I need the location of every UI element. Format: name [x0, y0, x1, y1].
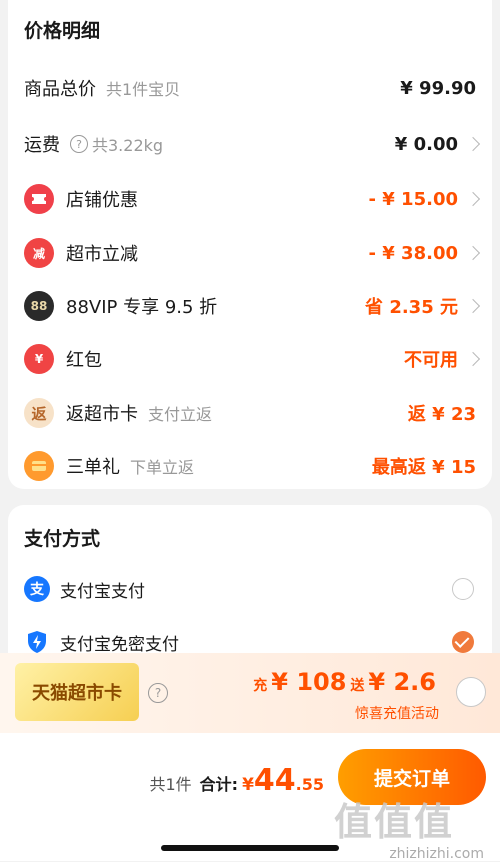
watermark-glyphs: 值值值	[334, 800, 455, 844]
red-packet-label: 红包	[66, 350, 102, 371]
checkout-bar: 共1件 合计: ¥ 44 .55 提交订单 值值值 zhizhizhi.com	[0, 733, 500, 862]
three-order-gift-value: 最高返 ¥ 15	[371, 457, 476, 478]
red-packet-value: 不可用	[404, 350, 458, 371]
shipping-weight: 共3.22kg	[92, 136, 164, 155]
shipping-row[interactable]: 运费 ? 共3.22kg ¥ 0.00	[8, 124, 492, 164]
three-order-gift-label: 三单礼	[66, 457, 120, 478]
vip-discount-row[interactable]: 88 88VIP 专享 9.5 折 省 2.35 元	[8, 286, 492, 326]
currency-symbol: ¥	[242, 775, 254, 795]
alipay-icon: 支	[24, 576, 50, 602]
promo-offer: 充 ¥ 108 送 ¥ 2.6	[253, 668, 440, 696]
chevron-right-icon	[465, 298, 481, 314]
alipay-nopwd-label: 支付宝免密支付	[60, 634, 179, 655]
cashback-value: 返 ¥ 23	[407, 404, 476, 425]
total-integer: 44	[253, 763, 296, 798]
recharge-amount: ¥ 108	[271, 668, 347, 696]
bonus-amount: ¥ 2.6	[368, 668, 436, 696]
cut-icon: 减	[24, 238, 54, 268]
lightning-shield-icon	[24, 629, 50, 655]
shipping-label: 运费	[24, 135, 60, 156]
alipay-option[interactable]: 支 支付宝支付	[8, 569, 492, 609]
red-packet-icon: ¥	[24, 344, 54, 374]
total-decimal: .55	[295, 775, 324, 794]
order-total: 共1件 合计: ¥ 44 .55	[149, 763, 324, 798]
cashback-label: 返超市卡	[66, 404, 138, 425]
recharge-prefix: 充	[253, 678, 268, 694]
bonus-prefix: 送	[350, 678, 365, 694]
store-discount-row[interactable]: 店铺优惠 - ¥ 15.00	[8, 179, 492, 219]
item-count: 共1件	[149, 775, 192, 794]
price-detail-title: 价格明细	[24, 20, 101, 42]
price-detail-card: 价格明细 商品总价 共1件宝贝 ¥ 99.90 运费 ? 共3.22kg ¥ 0…	[8, 0, 492, 489]
goods-total-row: 商品总价 共1件宝贝 ¥ 99.90	[8, 68, 492, 108]
shipping-value: ¥ 0.00	[394, 133, 458, 155]
store-discount-value: - ¥ 15.00	[368, 188, 458, 210]
chevron-right-icon	[465, 245, 481, 261]
chevron-right-icon	[465, 191, 481, 207]
payment-title: 支付方式	[24, 528, 101, 550]
market-discount-value: - ¥ 38.00	[368, 242, 458, 264]
help-icon[interactable]: ?	[70, 135, 88, 153]
recharge-promo-banner[interactable]: 天猫超市卡 ? 充 ¥ 108 送 ¥ 2.6 惊喜充值活动	[0, 653, 500, 733]
chevron-right-icon	[465, 136, 481, 152]
chevron-right-icon	[465, 351, 481, 367]
vip-discount-value: 省 2.35 元	[365, 297, 458, 318]
market-discount-label: 超市立减	[66, 244, 138, 265]
goods-total-label: 商品总价	[24, 79, 96, 100]
ticket-icon	[24, 184, 54, 214]
home-indicator	[161, 845, 339, 851]
vip-88-icon: 88	[24, 291, 54, 321]
vip-discount-label: 88VIP 专享 9.5 折	[66, 297, 218, 318]
alipay-nopwd-radio[interactable]	[452, 631, 474, 653]
three-order-gift-sub: 下单立返	[130, 458, 195, 477]
goods-total-value: ¥ 99.90	[400, 77, 476, 99]
promo-caption: 惊喜充值活动	[355, 706, 439, 722]
cashback-sub: 支付立返	[148, 405, 213, 424]
watermark: 值值值 zhizhizhi.com	[334, 791, 484, 862]
cashback-row: 返 返超市卡 支付立返 返 ¥ 23	[8, 393, 492, 433]
promo-radio[interactable]	[456, 677, 486, 707]
help-icon[interactable]: ?	[148, 683, 168, 703]
alipay-radio[interactable]	[452, 578, 474, 600]
market-discount-row[interactable]: 减 超市立减 - ¥ 38.00	[8, 233, 492, 273]
alipay-label: 支付宝支付	[60, 581, 145, 602]
card-gift-icon	[24, 451, 54, 481]
goods-count: 共1件宝贝	[106, 80, 181, 99]
total-label: 合计:	[199, 775, 239, 794]
store-discount-label: 店铺优惠	[66, 190, 138, 211]
cashback-icon: 返	[24, 398, 54, 428]
tmall-market-card: 天猫超市卡	[15, 663, 139, 721]
watermark-text: zhizhizhi.com	[389, 846, 484, 862]
three-order-gift-row: 三单礼 下单立返 最高返 ¥ 15	[8, 446, 492, 486]
red-packet-row[interactable]: ¥ 红包 不可用	[8, 339, 492, 379]
